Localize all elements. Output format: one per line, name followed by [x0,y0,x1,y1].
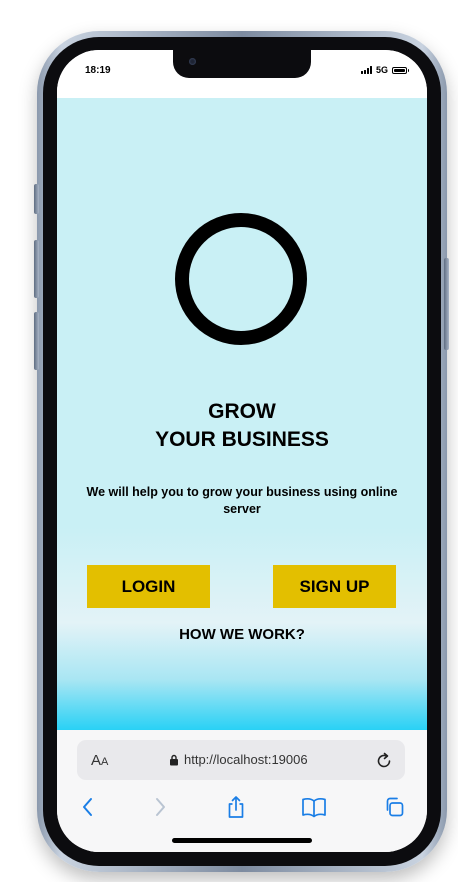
back-button[interactable] [75,794,101,820]
how-we-work-link[interactable]: HOW WE WORK? [57,626,427,643]
login-button[interactable]: LOGIN [87,565,210,608]
sign-up-button[interactable]: SIGN UP [273,565,396,608]
headline-line-1: GROW [208,400,276,423]
reader-settings-button[interactable]: AA [91,752,108,769]
home-indicator[interactable] [172,838,312,843]
signal-icon [360,66,372,74]
browser-nav-row [57,790,427,822]
volume-down-button [34,312,39,370]
lock-icon [169,753,179,771]
notch [173,50,311,78]
tabs-button[interactable] [381,794,407,820]
bookmarks-button[interactable] [301,794,327,820]
share-button[interactable] [223,794,249,820]
tabs-icon [386,797,404,817]
reload-icon[interactable] [375,750,393,775]
front-camera [189,58,196,65]
share-icon [228,796,244,818]
volume-up-button [34,240,39,298]
chevron-left-icon [83,798,92,816]
app-content: GROW YOUR BUSINESS We will help you to g… [57,98,427,730]
network-label: 5G [375,65,388,75]
url-text: http://localhost:19006 [184,752,308,767]
logo-ring-icon [175,213,307,345]
status-indicators: 5G [360,65,409,75]
book-icon [302,798,326,818]
browser-toolbar: AA http://localhost:19006 [57,730,427,852]
status-time: 18:19 [85,65,111,76]
phone-screen: 18:19 5G GROW YOUR BUSINESS We will help… [57,50,427,852]
headline: GROW YOUR BUSINESS [57,398,427,454]
status-bar: 18:19 5G [57,50,427,98]
power-button [444,258,449,350]
chevron-right-icon [156,798,165,816]
battery-icon [392,66,409,74]
forward-button[interactable] [147,794,173,820]
address-bar[interactable]: AA http://localhost:19006 [77,740,405,780]
silent-switch [34,184,39,214]
headline-line-2: YOUR BUSINESS [155,428,329,451]
tagline: We will help you to grow your business u… [86,485,398,516]
